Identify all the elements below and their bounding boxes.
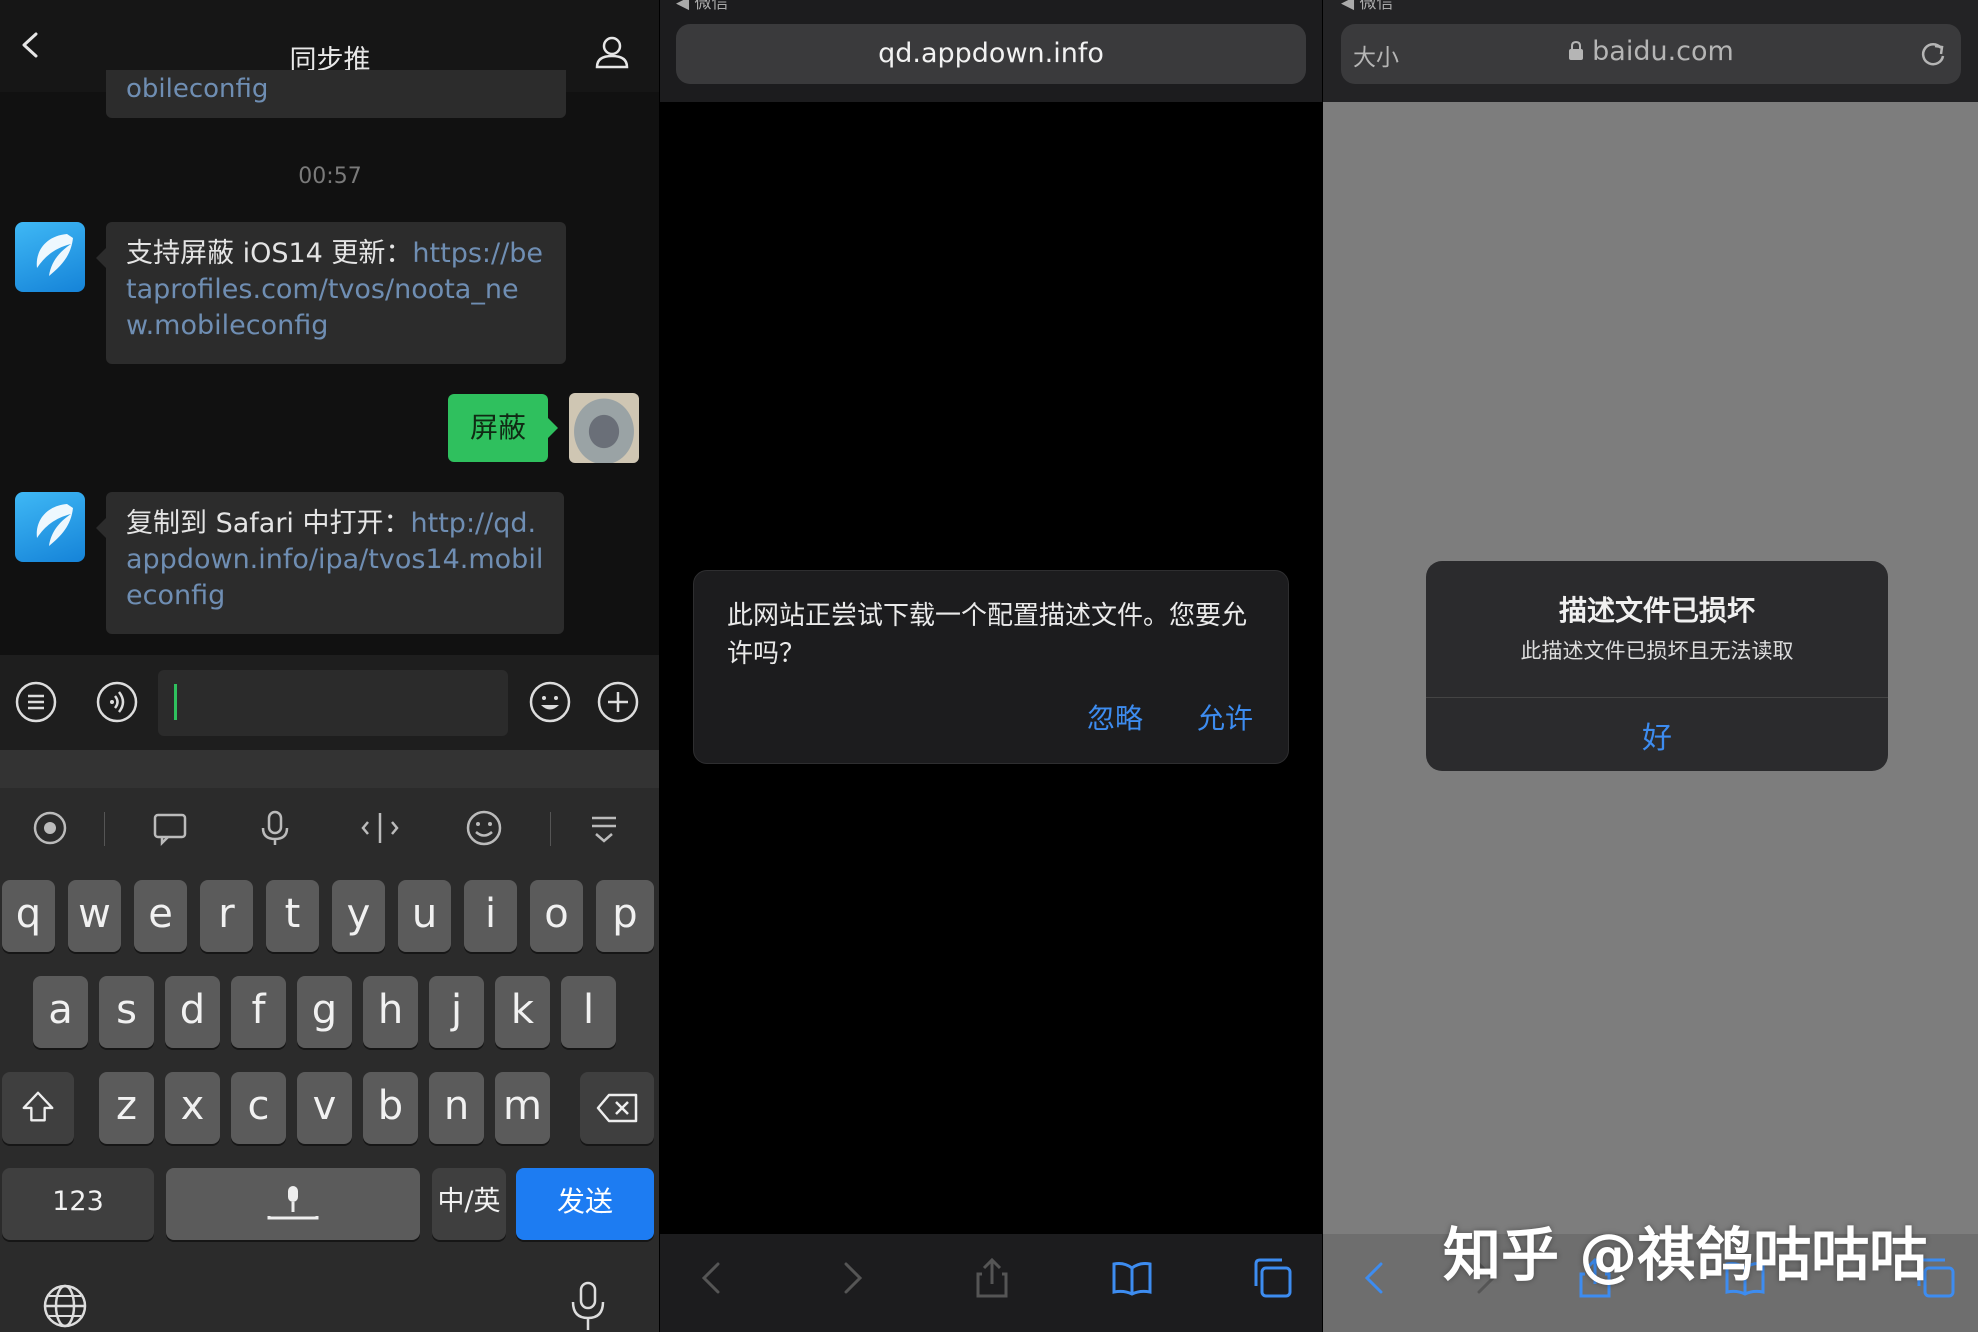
safari-address-area: ◀ 微信 大小 baidu.com: [1323, 0, 1978, 102]
zhihu-watermark: 知乎 @祺鸽咕咕咕: [1443, 1221, 1928, 1289]
menu-list-icon[interactable]: [14, 680, 58, 724]
dictation-icon: [267, 1186, 319, 1220]
message-input[interactable]: [158, 670, 508, 736]
ignore-button[interactable]: 忽略: [1087, 697, 1143, 737]
message-bubble[interactable]: 复制到 Safari 中打开：http://qd.appdown.info/ip…: [96, 492, 564, 634]
lock-icon: [1569, 40, 1584, 60]
shift-key[interactable]: [2, 1072, 74, 1144]
allow-button[interactable]: 允许: [1197, 697, 1253, 737]
key-f[interactable]: f: [231, 976, 286, 1048]
key-e[interactable]: e: [134, 880, 187, 952]
tabs-icon[interactable]: [1250, 1256, 1294, 1300]
emoji-icon[interactable]: [528, 680, 572, 724]
key-b[interactable]: b: [363, 1072, 418, 1144]
reload-icon[interactable]: [1919, 40, 1947, 68]
key-o[interactable]: o: [530, 880, 583, 952]
alert-message: 此描述文件已损坏且无法读取: [1520, 639, 1794, 663]
previous-message-bubble[interactable]: obileconfig: [106, 70, 566, 118]
alert-title: 描述文件已损坏: [1558, 594, 1755, 627]
address-bar[interactable]: qd.appdown.info: [676, 24, 1306, 84]
download-profile-alert: 此网站正尝试下载一个配置描述文件。您要允许吗？ 忽略 允许: [693, 570, 1289, 764]
key-d[interactable]: d: [165, 976, 220, 1048]
hide-keyboard-icon[interactable]: [584, 808, 624, 848]
ok-button[interactable]: 好: [1426, 713, 1888, 757]
bot-avatar[interactable]: [15, 222, 85, 292]
toolbar-divider: [104, 812, 105, 846]
bookmarks-icon[interactable]: [1110, 1256, 1154, 1300]
language-key[interactable]: 中/英: [432, 1168, 506, 1240]
key-a[interactable]: a: [33, 976, 88, 1048]
key-s[interactable]: s: [99, 976, 154, 1048]
address-domain: baidu.com: [1341, 36, 1961, 67]
key-i[interactable]: i: [464, 880, 517, 952]
key-v[interactable]: v: [297, 1072, 352, 1144]
sent-message-bubble[interactable]: 屏蔽: [448, 394, 558, 462]
safari-toolbar: [660, 1234, 1323, 1332]
keyboard-top-strip: [0, 750, 660, 788]
swirl-logo-icon: [36, 504, 73, 546]
text-cursor: [174, 684, 177, 720]
key-r[interactable]: r: [200, 880, 253, 952]
backspace-icon: [596, 1093, 638, 1123]
key-z[interactable]: z: [99, 1072, 154, 1144]
key-c[interactable]: c: [231, 1072, 286, 1144]
microphone-icon[interactable]: [566, 1280, 610, 1332]
space-key[interactable]: [166, 1168, 420, 1240]
message-timestamp: 00:57: [298, 164, 362, 189]
key-y[interactable]: y: [332, 880, 385, 952]
key-n[interactable]: n: [429, 1072, 484, 1144]
key-k[interactable]: k: [495, 976, 550, 1048]
status-back-label[interactable]: ◀ 微信: [676, 0, 728, 13]
key-j[interactable]: j: [429, 976, 484, 1048]
toolbar-divider: [550, 812, 551, 846]
safari-panel: ◀ 微信 qd.appdown.info 此网站正尝试下载一个配置描述文件。您要…: [660, 0, 1323, 1332]
back-arrow-icon[interactable]: [690, 1256, 734, 1300]
key-q[interactable]: q: [2, 880, 55, 952]
cursor-move-icon[interactable]: [360, 808, 400, 848]
key-h[interactable]: h: [363, 976, 418, 1048]
my-avatar[interactable]: [569, 393, 639, 463]
smiley-icon[interactable]: [464, 808, 504, 848]
chat-bubble-icon[interactable]: [150, 808, 190, 848]
key-w[interactable]: w: [68, 880, 121, 952]
globe-icon[interactable]: [42, 1283, 88, 1329]
key-x[interactable]: x: [165, 1072, 220, 1144]
microphone-icon[interactable]: [255, 808, 295, 848]
alert-divider: [1426, 697, 1888, 698]
message-bubble[interactable]: 支持屏蔽 iOS14 更新：https://betaprofiles.com/t…: [96, 222, 566, 364]
alert-message: 此网站正尝试下载一个配置描述文件。您要允许吗？: [727, 601, 1248, 669]
status-back-label[interactable]: ◀ 微信: [1341, 0, 1393, 13]
voice-icon[interactable]: [95, 680, 139, 724]
key-p[interactable]: p: [596, 880, 654, 952]
forward-arrow-icon[interactable]: [830, 1256, 874, 1300]
backspace-key[interactable]: [580, 1072, 654, 1144]
key-l[interactable]: l: [561, 976, 616, 1048]
numbers-key[interactable]: 123: [2, 1168, 154, 1240]
plus-icon[interactable]: [596, 680, 640, 724]
screenshot-collage: 同步推 obileconfig 00:57 支持屏蔽 iOS14 更新：http…: [0, 0, 1978, 1332]
wechat-panel: 同步推 obileconfig 00:57 支持屏蔽 iOS14 更新：http…: [0, 0, 660, 1332]
bot-avatar[interactable]: [15, 492, 85, 562]
send-key[interactable]: 发送: [516, 1168, 654, 1240]
back-arrow-icon[interactable]: [1353, 1256, 1397, 1300]
share-icon[interactable]: [970, 1256, 1014, 1300]
swirl-logo-icon: [36, 234, 73, 276]
key-t[interactable]: t: [266, 880, 319, 952]
profile-error-panel: ◀ 微信 大小 baidu.com 描述文件已损坏 此描述文件已损坏且无法读取 …: [1323, 0, 1978, 1332]
safari-address-area: ◀ 微信 qd.appdown.info: [660, 0, 1323, 102]
key-u[interactable]: u: [398, 880, 451, 952]
shift-icon: [22, 1091, 54, 1122]
key-g[interactable]: g: [297, 976, 352, 1048]
profile-corrupted-alert: 描述文件已损坏 此描述文件已损坏且无法读取 好: [1426, 561, 1888, 771]
key-m[interactable]: m: [495, 1072, 550, 1144]
address-bar[interactable]: 大小 baidu.com: [1341, 24, 1961, 84]
keyboard-logo-icon[interactable]: [30, 808, 70, 848]
profile-icon[interactable]: [594, 34, 630, 70]
